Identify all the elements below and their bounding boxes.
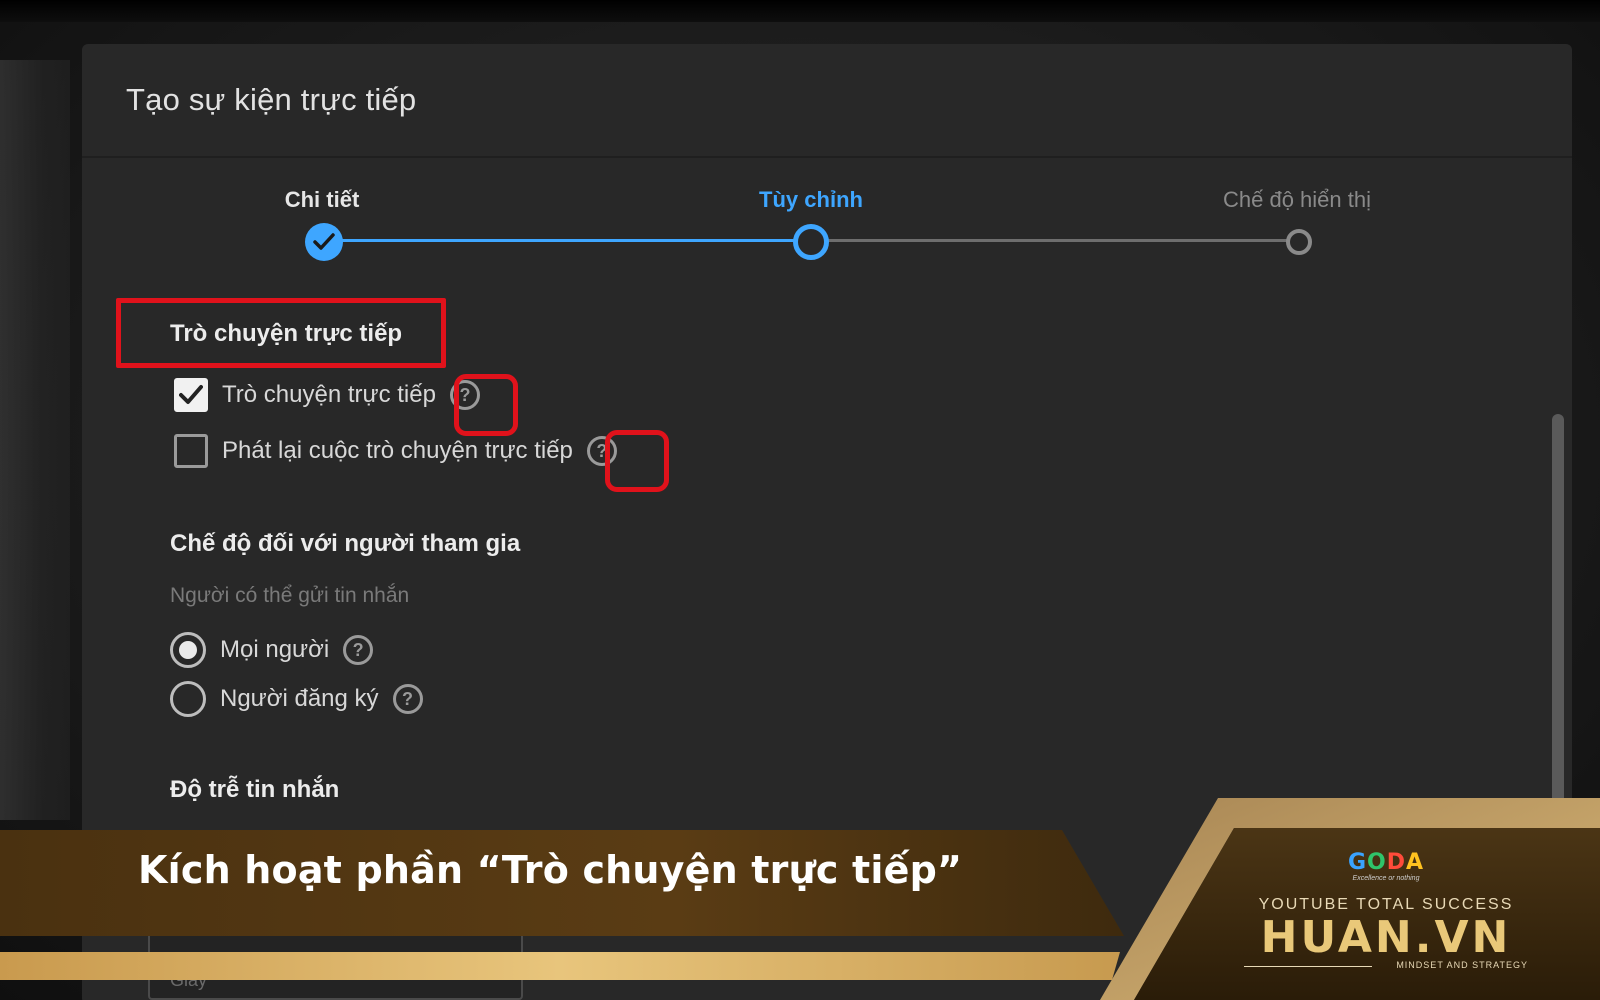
help-circle-icon[interactable]: ?	[392, 684, 423, 714]
everyone-radio[interactable]	[170, 632, 206, 668]
live-chat-section-title: Trò chuyện trực tiếp	[170, 320, 403, 347]
participant-option-subscribers[interactable]: Người đăng ký ?	[170, 681, 423, 717]
brand-logo: GODA Excellence or nothing YOUTUBE TOTAL…	[1236, 852, 1536, 970]
goda-letter: A	[1406, 850, 1425, 875]
subscribers-radio[interactable]	[170, 681, 206, 717]
header-divider	[82, 156, 1572, 158]
chat-replay-option[interactable]: Phát lại cuộc trò chuyện trực tiếp ?	[174, 434, 617, 468]
dialog-title: Tạo sự kiện trực tiếp	[126, 82, 417, 117]
participant-option-everyone[interactable]: Mọi người ?	[170, 632, 374, 668]
top-edge	[0, 0, 1600, 22]
help-highlight-box	[454, 374, 518, 436]
goda-letter: G	[1347, 850, 1368, 875]
help-circle-icon[interactable]: ?	[343, 635, 374, 665]
background-blur	[0, 60, 70, 820]
check-icon	[313, 233, 335, 250]
live-chat-option[interactable]: Trò chuyện trực tiếp ?	[174, 378, 480, 412]
chat-replay-label: Phát lại cuộc trò chuyện trực tiếp	[222, 437, 573, 464]
chat-replay-checkbox[interactable]	[174, 434, 208, 468]
stepper-progress-line	[324, 239, 811, 242]
step-label-visibility[interactable]: Chế độ hiển thị	[1223, 187, 1371, 213]
step-label-customize[interactable]: Tùy chỉnh	[759, 187, 863, 213]
goda-letter: O	[1367, 850, 1387, 875]
step-todo-dot[interactable]	[1286, 229, 1312, 255]
scrollbar[interactable]	[1552, 414, 1564, 834]
goda-tagline: Excellence or nothing	[1352, 875, 1420, 882]
participant-mode-sublabel: Người có thể gửi tin nhắn	[170, 584, 410, 607]
brand-name: HUAN.VN	[1260, 912, 1512, 963]
step-label-details[interactable]: Chi tiết	[285, 187, 360, 213]
goda-letter: D	[1386, 850, 1406, 875]
subscribers-label: Người đăng ký	[220, 685, 379, 712]
participant-mode-title: Chế độ đối với người tham gia	[170, 530, 521, 557]
check-icon	[179, 385, 203, 404]
live-chat-label: Trò chuyện trực tiếp	[222, 381, 436, 408]
help-highlight-box	[605, 430, 669, 492]
everyone-label: Mọi người	[220, 636, 330, 663]
stepper-remaining-line	[811, 239, 1299, 242]
banner-caption: Kích hoạt phần “Trò chuyện trực tiếp”	[138, 848, 963, 892]
step-active-dot[interactable]	[793, 224, 829, 260]
screenshot-stage: Tạo sự kiện trực tiếp Chi tiết Tùy chỉnh…	[0, 0, 1600, 1000]
goda-logo: GODA	[1236, 852, 1536, 874]
step-done-dot[interactable]	[305, 223, 343, 261]
live-chat-checkbox[interactable]	[174, 378, 208, 412]
brand-subtitle: MINDSET AND STRATEGY	[1236, 960, 1536, 970]
